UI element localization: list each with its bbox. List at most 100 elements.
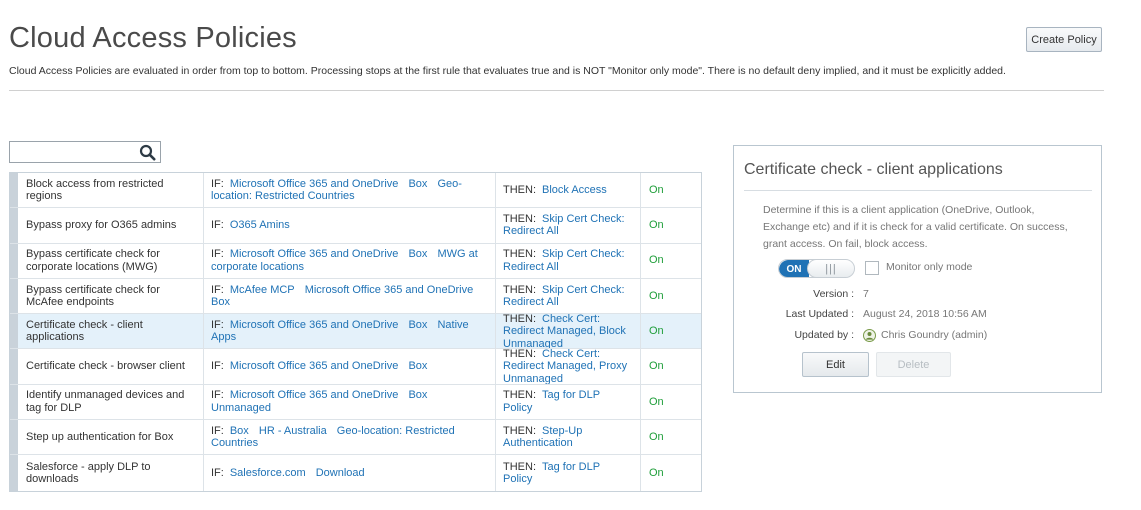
toggle-grip-icon: ||| [807,260,854,277]
then-keyword: THEN: [503,349,536,360]
policy-name: Step up authentication for Box [18,420,204,455]
search-input[interactable] [12,144,136,160]
updated-by-value: Chris Goundry (admin) [881,329,988,341]
status-badge: On [649,289,664,302]
condition-link[interactable]: O365 Amins [230,219,290,231]
condition-link[interactable]: McAfee MCP [230,284,295,296]
if-keyword: IF: [211,219,224,232]
delete-button[interactable]: Delete [876,352,951,377]
condition-link[interactable]: Box [408,178,427,190]
policy-row[interactable]: Bypass proxy for O365 admins IF: O365 Amin… [10,208,701,244]
policy-action: THEN: Skip Cert Check: Redirect All [496,208,641,243]
policy-action: THEN: Check Cert: Redirect Managed, Block… [496,314,641,349]
status-badge: On [649,254,664,267]
edit-button[interactable]: Edit [802,352,869,377]
then-keyword: THEN: [503,424,536,437]
policy-name: Salesforce - apply DLP to downloads [18,455,204,491]
drag-handle[interactable] [10,455,18,491]
drag-handle[interactable] [10,243,18,278]
condition-link[interactable]: Microsoft Office 365 and OneDrive [230,389,399,401]
condition-link[interactable]: Microsoft Office 365 and OneDrive [230,319,399,331]
condition-link[interactable]: Microsoft Office 365 and OneDrive [305,284,474,296]
page-description: Cloud Access Policies are evaluated in o… [9,65,1006,77]
condition-link[interactable]: Box [230,425,249,437]
status-badge: On [649,325,664,338]
policy-conditions: IF: McAfee MCP Microsoft Office 365 and O… [204,278,496,314]
policy-action: THEN: Block Access [496,173,641,208]
detail-description: Determine if this is a client applicatio… [763,204,1068,250]
last-updated-label: Last Updated : [785,308,854,320]
policy-action: THEN: Skip Cert Check: Redirect All [496,243,641,278]
policy-name: Bypass certificate check for McAfee endp… [18,278,204,314]
if-keyword: IF: [211,466,224,479]
version-label: Version : [813,288,854,300]
policy-row[interactable]: Block access from restricted regions IF: M… [10,173,701,209]
if-keyword: IF: [211,360,224,373]
policy-action: THEN: Tag for DLP Policy [496,384,641,420]
condition-link[interactable]: Box [408,248,427,260]
policy-name: Certificate check - browser client [18,349,204,384]
condition-link[interactable]: Box [408,360,427,372]
if-keyword: IF: [211,424,224,437]
condition-link[interactable]: Box [211,296,230,308]
policy-detail-panel: Certificate check - client applications … [733,145,1102,393]
condition-link[interactable]: Unmanaged [211,402,271,414]
then-keyword: THEN: [503,389,536,402]
search-box [9,141,161,163]
policy-conditions: IF: Microsoft Office 365 and OneDrive Box [204,349,496,384]
drag-handle[interactable] [10,384,18,420]
then-keyword: THEN: [503,183,536,196]
policy-conditions: IF: Microsoft Office 365 and OneDrive Box… [204,173,496,208]
policy-conditions: IF: Microsoft Office 365 and OneDrive Box… [204,243,496,278]
condition-link[interactable]: HR - Australia [259,425,327,437]
policy-conditions: IF: O365 Amins [204,208,496,243]
policy-conditions: IF: Box HR - Australia Geo-location: Rest… [204,420,496,455]
policy-row[interactable]: Bypass certificate check for corporate l… [10,243,701,279]
if-keyword: IF: [211,177,224,190]
policy-conditions: IF: Salesforce.com Download [204,455,496,491]
drag-handle[interactable] [10,208,18,243]
drag-handle[interactable] [10,173,18,208]
condition-link[interactable]: Box [408,389,427,401]
policy-action: THEN: Check Cert: Redirect Managed, Proxy… [496,349,641,384]
action-link[interactable]: Block Access [542,184,607,196]
then-keyword: THEN: [503,314,536,325]
monitor-only-label: Monitor only mode [886,261,973,273]
policy-table: Block access from restricted regions IF: M… [9,172,702,492]
then-keyword: THEN: [503,212,536,225]
condition-link[interactable]: Download [316,467,365,479]
policy-row[interactable]: Step up authentication for Box IF: Box HR … [10,420,701,456]
policy-name: Block access from restricted regions [18,173,204,208]
condition-link[interactable]: Microsoft Office 365 and OneDrive [230,178,399,190]
version-value: 7 [863,288,869,300]
condition-link[interactable]: Salesforce.com [230,467,306,479]
then-keyword: THEN: [503,460,536,473]
user-icon [863,329,876,342]
policy-name: Certificate check - client applications [18,314,204,349]
policy-row[interactable]: Salesforce - apply DLP to downloads IF: Sa… [10,455,701,491]
status-badge: On [649,183,664,196]
condition-link[interactable]: Box [408,319,427,331]
status-badge: On [649,219,664,232]
condition-link[interactable]: Microsoft Office 365 and OneDrive [230,360,399,372]
if-keyword: IF: [211,389,224,402]
drag-handle[interactable] [10,349,18,384]
search-icon[interactable] [139,144,156,161]
policy-row[interactable]: Bypass certificate check for McAfee endp… [10,278,701,315]
policy-row[interactable]: Identify unmanaged devices and tag for D… [10,384,701,421]
policy-action: THEN: Step-Up Authentication [496,420,641,455]
if-keyword: IF: [211,283,224,296]
drag-handle[interactable] [10,314,18,349]
policy-name: Identify unmanaged devices and tag for D… [18,384,204,420]
then-keyword: THEN: [503,248,536,261]
policy-action: THEN: Skip Cert Check: Redirect All [496,278,641,314]
policy-row[interactable]: Certificate check - browser client IF: Mic… [10,349,701,385]
create-policy-button[interactable]: Create Policy [1026,27,1102,52]
policy-row[interactable]: Certificate check - client applications I… [10,314,701,350]
drag-handle[interactable] [10,420,18,455]
drag-handle[interactable] [10,278,18,314]
detail-title: Certificate check - client applications [744,161,1003,178]
condition-link[interactable]: Microsoft Office 365 and OneDrive [230,248,399,260]
policy-enabled-toggle[interactable]: ON ||| [778,259,855,278]
monitor-only-checkbox[interactable] [865,261,879,275]
